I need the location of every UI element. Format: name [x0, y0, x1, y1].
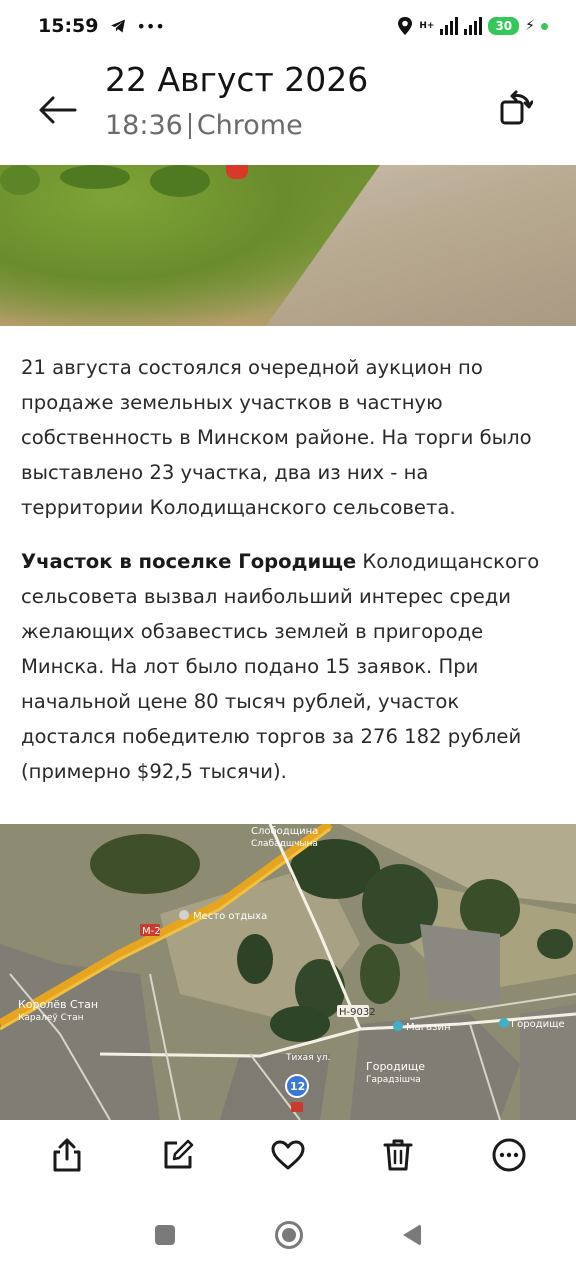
map-label-m2: М-2	[142, 926, 161, 937]
divider	[188, 112, 191, 139]
station-icon	[499, 1018, 509, 1028]
map-label-garadzishcha: Гарадзішча	[366, 1075, 421, 1085]
more-icon: •••	[136, 16, 165, 36]
signal-icon	[440, 17, 459, 35]
battery-badge: 30	[488, 17, 520, 35]
map-label-shop: Магазин	[406, 1022, 451, 1033]
favorite-button[interactable]	[264, 1131, 312, 1179]
privacy-dot-icon	[541, 22, 548, 30]
system-nav-bar	[0, 1190, 576, 1280]
photo-bush	[0, 165, 40, 195]
home-icon	[282, 1228, 296, 1242]
article-highlight: Участок в поселке Городище	[21, 550, 357, 573]
back-nav-button[interactable]	[403, 1224, 421, 1246]
article-paragraph: Участок в поселке Городище Колодищанског…	[21, 544, 556, 789]
poi-icon	[179, 910, 189, 920]
action-bar	[0, 1120, 576, 1190]
more-options-icon	[492, 1138, 526, 1172]
marker-base-icon	[291, 1102, 303, 1112]
map-label-slobodshchina: Слободщина	[251, 826, 318, 837]
map-marker-label: 12	[290, 1080, 305, 1093]
favorite-icon	[271, 1140, 305, 1170]
edit-button[interactable]	[154, 1131, 202, 1179]
map-label-karalew-stan: Каралеў Стан	[18, 1013, 84, 1023]
article-paragraph-text: Колодищанского сельсовета вызвал наиболь…	[21, 550, 540, 783]
charging-icon: ⚡	[525, 18, 535, 34]
edit-icon	[164, 1139, 193, 1169]
telegram-icon	[111, 19, 126, 33]
share-button[interactable]	[43, 1131, 91, 1179]
share-icon	[53, 1138, 81, 1172]
rotate-button[interactable]	[496, 88, 536, 128]
capture-time: 18:36	[105, 110, 183, 141]
page-title: 22 Август 2026	[105, 60, 369, 99]
map-label-gorodishche: Городище	[366, 1060, 425, 1073]
article-paragraph: 21 августа состоялся очередной аукцион п…	[21, 356, 532, 519]
viewer-header: 22 Август 2026 18:36 Chrome	[0, 52, 576, 165]
source-app: Chrome	[196, 110, 303, 141]
network-type: H+	[419, 20, 435, 31]
map-label-tikhaya: Тихая ул.	[285, 1053, 330, 1063]
status-time: 15:59	[38, 15, 99, 37]
status-bar: 15:59 ••• H+ 30 ⚡	[0, 0, 576, 52]
back-arrow-icon	[39, 96, 77, 124]
signal-icon-2	[464, 17, 483, 35]
article-body: 21 августа состоялся очередной аукцион п…	[0, 326, 576, 824]
delete-button[interactable]	[374, 1131, 422, 1179]
delete-icon	[383, 1139, 413, 1171]
map-label-rest-place: Место отдыха	[193, 911, 267, 922]
satellite-map: М-2 Н-9032 Слободщина Слабадшчына Место …	[0, 824, 576, 1120]
header-subtitle: 18:36 Chrome	[105, 110, 303, 141]
location-icon	[398, 17, 413, 35]
photo-bush	[60, 165, 130, 189]
photo-bush	[150, 165, 210, 197]
map-label-slobodshchina-by: Слабадшчына	[251, 839, 318, 849]
photo-red-object	[226, 165, 248, 179]
map-label-gorodishche-top: Городище	[511, 1019, 565, 1030]
recents-button[interactable]	[155, 1225, 175, 1245]
rotate-icon	[500, 90, 533, 125]
map-label-h9032: Н-9032	[339, 1007, 376, 1018]
status-notification-icons: •••	[110, 16, 165, 36]
home-button[interactable]	[275, 1221, 303, 1249]
shop-icon	[393, 1021, 403, 1031]
back-button[interactable]	[36, 90, 80, 130]
map-label-korolev-stan: Королёв Стан	[18, 998, 98, 1011]
article-map[interactable]: М-2 Н-9032 Слободщина Слабадшчына Место …	[0, 824, 576, 1120]
status-system-icons: H+ 30 ⚡	[397, 16, 548, 36]
article-photo[interactable]	[0, 165, 576, 326]
more-options-button[interactable]	[485, 1131, 533, 1179]
